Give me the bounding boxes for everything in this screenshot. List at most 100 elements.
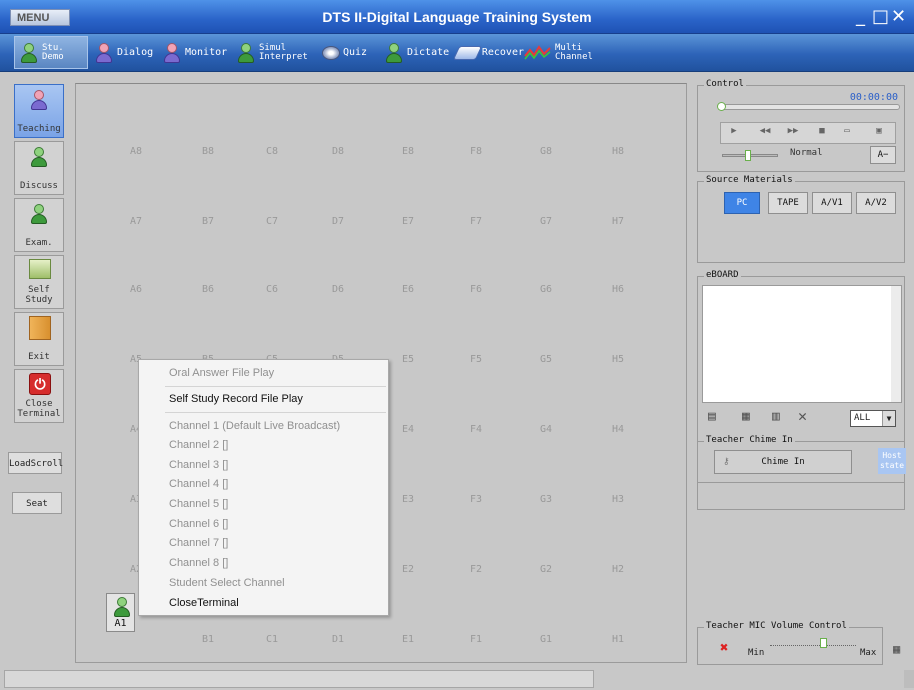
save-icon[interactable]: ▦: [742, 409, 750, 424]
open-file-icon[interactable]: ▤: [708, 409, 716, 424]
menu-item-channel-8[interactable]: Channel 8 []: [169, 554, 228, 572]
seat-b6[interactable]: B6: [178, 284, 238, 295]
seat-a1[interactable]: A1: [106, 593, 135, 632]
speed-thumb[interactable]: [745, 150, 751, 161]
seat-b7[interactable]: B7: [178, 216, 238, 227]
seat-h6[interactable]: H6: [588, 284, 648, 295]
toolbar-multi-channel-button[interactable]: Multi Channel: [524, 36, 594, 69]
play-button[interactable]: ▶: [725, 126, 743, 140]
toolbar-recover-button[interactable]: Recover: [452, 36, 524, 69]
minimize-button[interactable]: _: [853, 6, 868, 27]
seat-h8[interactable]: H8: [588, 146, 648, 157]
seat-g6[interactable]: G6: [516, 284, 576, 295]
menu-item-channel-2[interactable]: Channel 2 []: [169, 436, 228, 454]
seat-c8[interactable]: C8: [242, 146, 302, 157]
sidebar-item-discuss[interactable]: Discuss: [14, 141, 64, 195]
menu-item-channel-6[interactable]: Channel 6 []: [169, 515, 228, 533]
seat-a6[interactable]: A6: [106, 284, 166, 295]
sidebar-item-teaching[interactable]: Teaching: [14, 84, 64, 138]
seat-a7[interactable]: A7: [106, 216, 166, 227]
source-pc-button[interactable]: PC: [724, 192, 760, 214]
progress-thumb[interactable]: [717, 102, 726, 111]
toolbar-simul-interpret-button[interactable]: Simul Interpret: [236, 36, 322, 69]
delete-icon[interactable]: ✕: [798, 407, 807, 425]
copy-icon[interactable]: ▣: [871, 126, 887, 140]
seat-f5[interactable]: F5: [446, 354, 506, 365]
seat-e1[interactable]: E1: [378, 634, 438, 645]
seat-g4[interactable]: G4: [516, 424, 576, 435]
progress-slider[interactable]: [717, 102, 900, 111]
toolbar-monitor-button[interactable]: Monitor: [162, 36, 232, 69]
menu-item-close-terminal[interactable]: CloseTerminal: [169, 594, 239, 612]
seat-a8[interactable]: A8: [106, 146, 166, 157]
host-state-button[interactable]: Host state: [878, 448, 906, 474]
toolbar-dialog-button[interactable]: Dialog: [94, 36, 158, 69]
seat-g1[interactable]: G1: [516, 634, 576, 645]
eboard-scrollbar[interactable]: [891, 286, 901, 402]
sidebar-item-exit[interactable]: Exit: [14, 312, 64, 366]
seat-f3[interactable]: F3: [446, 494, 506, 505]
seat-f6[interactable]: F6: [446, 284, 506, 295]
load-scroll-button[interactable]: LoadScroll: [8, 452, 63, 474]
seat-b1[interactable]: B1: [178, 634, 238, 645]
mic-mute-icon[interactable]: ✖: [720, 640, 728, 656]
speed-slider[interactable]: [722, 150, 778, 161]
seat-d1[interactable]: D1: [308, 634, 368, 645]
close-button[interactable]: ✕: [891, 6, 906, 27]
seat-f7[interactable]: F7: [446, 216, 506, 227]
seat-c6[interactable]: C6: [242, 284, 302, 295]
mixer-icon[interactable]: ▦: [893, 642, 900, 656]
sidebar-item-exam[interactable]: Exam.: [14, 198, 64, 252]
font-decrease-button[interactable]: A−: [870, 146, 896, 164]
seat-g3[interactable]: G3: [516, 494, 576, 505]
menu-item-channel-1[interactable]: Channel 1 (Default Live Broadcast): [169, 417, 340, 435]
menu-item-student-select-channel[interactable]: Student Select Channel: [169, 574, 285, 592]
seat-d8[interactable]: D8: [308, 146, 368, 157]
sidebar-item-self-study[interactable]: Self Study: [14, 255, 64, 309]
source-tape-button[interactable]: TAPE: [768, 192, 808, 214]
seat-button[interactable]: Seat: [12, 492, 62, 514]
menu-item-channel-3[interactable]: Channel 3 []: [169, 456, 228, 474]
seat-c7[interactable]: C7: [242, 216, 302, 227]
menu-item-self-study-record-file-play[interactable]: Self Study Record File Play: [169, 390, 303, 408]
seat-f8[interactable]: F8: [446, 146, 506, 157]
eboard-textarea[interactable]: [702, 285, 902, 403]
eboard-filter-select[interactable]: ALL ▼: [850, 410, 896, 427]
seat-g7[interactable]: G7: [516, 216, 576, 227]
seat-e8[interactable]: E8: [378, 146, 438, 157]
seat-f2[interactable]: F2: [446, 564, 506, 575]
rewind-button[interactable]: ◀◀: [755, 126, 775, 140]
open-folder-icon[interactable]: ▭: [839, 126, 855, 140]
seat-h4[interactable]: H4: [588, 424, 648, 435]
seat-f1[interactable]: F1: [446, 634, 506, 645]
seat-g2[interactable]: G2: [516, 564, 576, 575]
seat-h3[interactable]: H3: [588, 494, 648, 505]
seat-d6[interactable]: D6: [308, 284, 368, 295]
menu-item-channel-4[interactable]: Channel 4 []: [169, 475, 228, 493]
seat-h2[interactable]: H2: [588, 564, 648, 575]
seat-e7[interactable]: E7: [378, 216, 438, 227]
source-av2-button[interactable]: A/V2: [856, 192, 896, 214]
seat-h5[interactable]: H5: [588, 354, 648, 365]
maximize-button[interactable]: □: [872, 6, 889, 27]
fast-forward-button[interactable]: ▶▶: [783, 126, 803, 140]
send-icon[interactable]: ▥: [772, 409, 780, 424]
seat-f4[interactable]: F4: [446, 424, 506, 435]
stop-button[interactable]: ■: [815, 126, 829, 140]
toolbar-stu-demo-button[interactable]: Stu. Demo: [14, 36, 88, 69]
sidebar-item-close-terminal[interactable]: ⏻ Close Terminal: [14, 369, 64, 423]
seat-d7[interactable]: D7: [308, 216, 368, 227]
menu-item-oral-answer-file-play[interactable]: Oral Answer File Play: [169, 364, 274, 382]
menu-item-channel-5[interactable]: Channel 5 []: [169, 495, 228, 513]
toolbar-quiz-button[interactable]: Quiz: [322, 36, 382, 69]
seat-g8[interactable]: G8: [516, 146, 576, 157]
mic-volume-slider[interactable]: [770, 638, 856, 648]
toolbar-dictate-button[interactable]: Dictate: [384, 36, 454, 69]
seat-b8[interactable]: B8: [178, 146, 238, 157]
resize-grip[interactable]: [904, 670, 914, 688]
chime-in-button[interactable]: ⚷ Chime In: [714, 450, 852, 474]
source-av1-button[interactable]: A/V1: [812, 192, 852, 214]
seat-c1[interactable]: C1: [242, 634, 302, 645]
seat-h7[interactable]: H7: [588, 216, 648, 227]
seat-e6[interactable]: E6: [378, 284, 438, 295]
